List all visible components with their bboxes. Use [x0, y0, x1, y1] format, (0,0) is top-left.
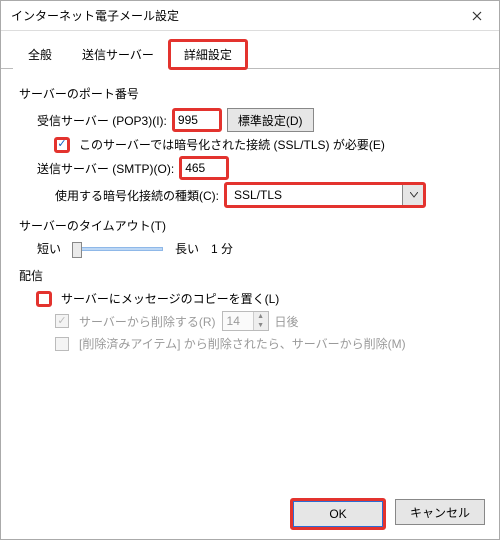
chevron-down-icon [410, 192, 418, 198]
timeout-long-label: 長い [175, 240, 199, 257]
titlebar: インターネット電子メール設定 [1, 1, 499, 31]
outgoing-port-label: 送信サーバー (SMTP)(O): [37, 160, 174, 177]
remove-after-label: サーバーから削除する(R) [79, 313, 216, 330]
encryption-value: SSL/TLS [226, 188, 402, 202]
ok-button[interactable]: OK [293, 501, 383, 527]
dialog-footer: OK キャンセル [1, 489, 499, 539]
close-icon [472, 11, 482, 21]
timeout-value: 1 分 [211, 240, 233, 257]
tab-advanced[interactable]: 詳細設定 [169, 40, 247, 69]
ssl-required-checkbox[interactable] [55, 138, 69, 152]
remove-after-row: サーバーから削除する(R) 14 ▲ ▼ 日後 [55, 311, 481, 331]
remove-on-deleted-label: [削除済みアイテム] から削除されたら、サーバーから削除(M) [79, 335, 406, 352]
encryption-dropdown-button[interactable] [402, 184, 424, 206]
tab-bar: 全般 送信サーバー 詳細設定 [1, 31, 499, 69]
timeout-slider-thumb[interactable] [72, 242, 82, 258]
encryption-label: 使用する暗号化接続の種類(C): [55, 187, 219, 204]
defaults-button[interactable]: 標準設定(D) [227, 108, 314, 132]
incoming-port-label: 受信サーバー (POP3)(I): [37, 112, 167, 129]
ok-highlight: OK [291, 499, 385, 529]
remove-after-days-value: 14 [223, 312, 253, 330]
outgoing-port-row: 送信サーバー (SMTP)(O): [37, 157, 481, 179]
days-suffix: 日後 [275, 313, 299, 330]
remove-after-days-spinner: 14 ▲ ▼ [222, 311, 269, 331]
ssl-required-row: このサーバーでは暗号化された接続 (SSL/TLS) が必要(E) [55, 136, 481, 153]
ports-group-label: サーバーのポート番号 [19, 85, 481, 102]
tab-outgoing-server[interactable]: 送信サーバー [67, 40, 169, 69]
incoming-port-input[interactable] [173, 109, 221, 131]
close-button[interactable] [454, 1, 499, 31]
remove-on-deleted-row: [削除済みアイテム] から削除されたら、サーバーから削除(M) [55, 335, 481, 352]
leave-copy-checkbox[interactable] [37, 292, 51, 306]
remove-after-checkbox [55, 314, 69, 328]
tab-general[interactable]: 全般 [13, 40, 67, 69]
timeout-short-label: 短い [37, 240, 61, 257]
encryption-select[interactable]: SSL/TLS [225, 183, 425, 207]
encryption-row: 使用する暗号化接続の種類(C): SSL/TLS [55, 183, 481, 207]
spinner-down-icon: ▼ [254, 321, 268, 330]
leave-copy-label: サーバーにメッセージのコピーを置く(L) [61, 290, 279, 307]
remove-on-deleted-checkbox [55, 337, 69, 351]
incoming-port-row: 受信サーバー (POP3)(I): 標準設定(D) [37, 108, 481, 132]
timeout-group-label: サーバーのタイムアウト(T) [19, 217, 481, 234]
dialog-window: インターネット電子メール設定 全般 送信サーバー 詳細設定 サーバーのポート番号… [0, 0, 500, 540]
ssl-required-label: このサーバーでは暗号化された接続 (SSL/TLS) が必要(E) [79, 136, 385, 153]
leave-copy-row: サーバーにメッセージのコピーを置く(L) [37, 290, 481, 307]
dialog-body: サーバーのポート番号 受信サーバー (POP3)(I): 標準設定(D) このサ… [1, 69, 499, 489]
spinner-up-icon: ▲ [254, 312, 268, 321]
delivery-group-label: 配信 [19, 267, 481, 284]
timeout-row: 短い 長い 1 分 [37, 240, 481, 257]
outgoing-port-input[interactable] [180, 157, 228, 179]
window-title: インターネット電子メール設定 [11, 7, 179, 24]
timeout-slider[interactable] [73, 247, 163, 251]
cancel-button[interactable]: キャンセル [395, 499, 485, 525]
